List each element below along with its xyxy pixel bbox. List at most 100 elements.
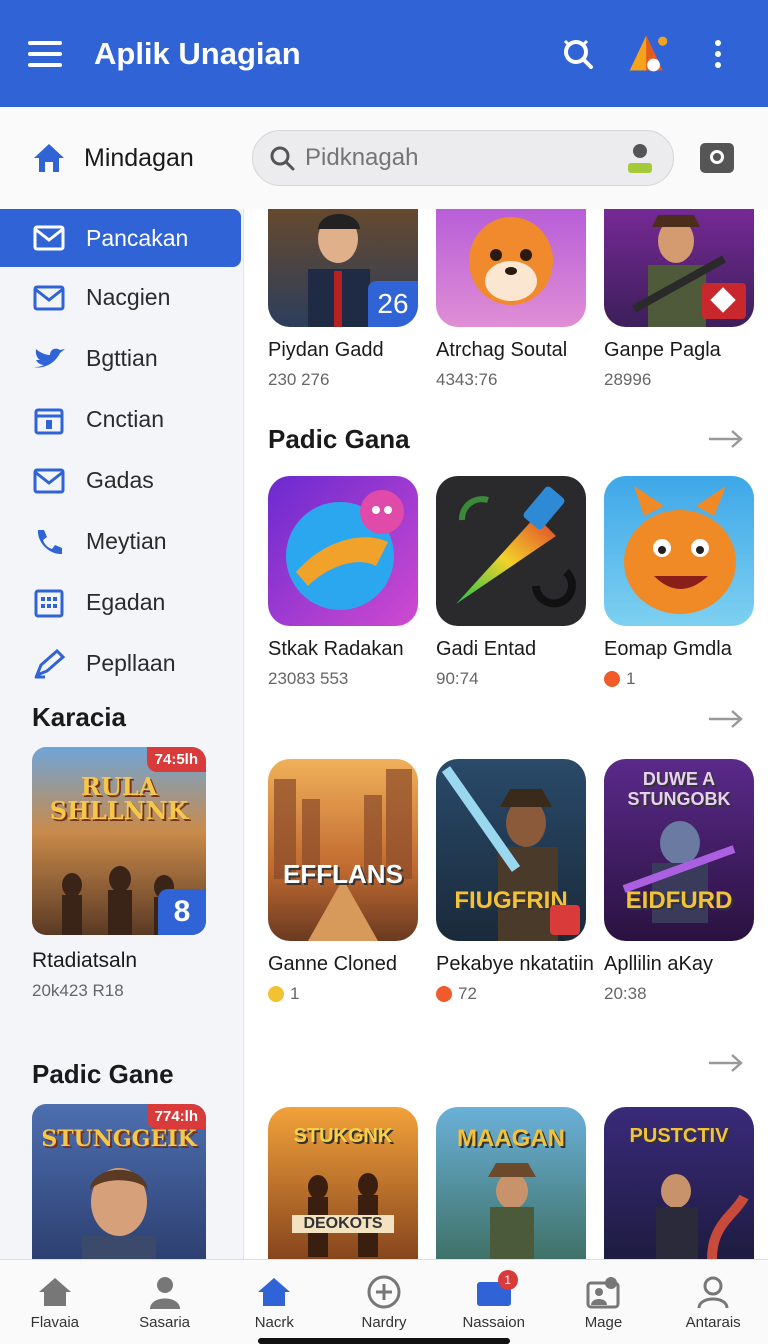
game-meta: 1 (268, 984, 418, 1004)
sidebar: Pancakan Nacgien Bgttian Cnctian Gadas M… (0, 209, 244, 1259)
game-title: Ganpe Pagla (604, 339, 721, 361)
sidebar-item-label: Gadas (86, 467, 154, 493)
nav-label: Antarais (685, 1313, 741, 1331)
nav-nardry[interactable]: Nardry (329, 1260, 439, 1344)
game-thumbnail: PUSTCTIV (604, 1107, 754, 1259)
game-tile[interactable]: Eomap Gmdla 1 (604, 476, 754, 689)
game-tile[interactable]: EFFLANS Ganne Cloned 1 (268, 759, 418, 1004)
game-tile[interactable]: FIUGFRIN Pekabye nkatatiin 72 (436, 759, 594, 1004)
game-meta: 20:38 (604, 984, 647, 1003)
sidebar-item-pancakan[interactable]: Pancakan (0, 209, 241, 267)
nav-antarais[interactable]: Antarais (658, 1260, 768, 1344)
game-art-title: EIDFURD (625, 887, 733, 914)
coin-icon (436, 986, 452, 1002)
mail-icon (32, 468, 66, 494)
notification-badge: 1 (497, 1269, 518, 1290)
arrow-right-icon[interactable] (708, 1053, 744, 1073)
more-options-icon[interactable] (696, 32, 740, 76)
search-bar[interactable] (252, 130, 674, 186)
featured-game-card[interactable]: STUNGGEIK 774:lh (32, 1104, 206, 1259)
user-outline-icon (696, 1274, 730, 1310)
sidebar-item-gadas[interactable]: Gadas (0, 450, 243, 511)
nav-mage[interactable]: Mage (549, 1260, 659, 1344)
game-tile[interactable]: 26 Piydan Gadd 230 276 (268, 209, 418, 390)
search-row: Mindagan (0, 107, 768, 209)
sidebar-item-pepllaan[interactable]: Pepllaan (0, 633, 243, 694)
game-tile[interactable]: MAAGAN (436, 1107, 586, 1259)
warning-badge (702, 283, 746, 319)
game-meta: 72 (436, 984, 586, 1004)
nav-label: Flavaia (30, 1313, 80, 1331)
nav-sasaria[interactable]: Sasaria (110, 1260, 220, 1344)
app-logo-icon[interactable] (626, 32, 670, 76)
search-refresh-icon[interactable] (556, 32, 600, 76)
arrow-right-icon[interactable] (708, 429, 744, 449)
game-tile[interactable]: Gadi Entad 90:74 (436, 476, 586, 689)
menu-icon[interactable] (28, 34, 68, 74)
game-title: Ganne Cloned (268, 953, 397, 975)
sidebar-item-label: Cnctian (86, 406, 164, 432)
meta-value: 1 (290, 984, 300, 1003)
profile-card-icon (585, 1274, 621, 1310)
calendar-icon (32, 405, 66, 435)
coin-icon (268, 986, 284, 1002)
meta-value: 1 (626, 669, 636, 688)
game-tile[interactable]: STUKGNK DEOKOTS (268, 1107, 418, 1259)
home-label: Mindagan (84, 143, 194, 172)
sidebar-item-meytian[interactable]: Meytian (0, 511, 243, 572)
bird-icon (32, 345, 66, 373)
sidebar-item-cnctian[interactable]: Cnctian (0, 389, 243, 450)
home-link[interactable]: Mindagan (32, 142, 252, 174)
game-tile[interactable]: Stkak Radakan 23083 553 (268, 476, 418, 689)
app-bar: Aplik Unagian (0, 0, 768, 107)
nav-label: Sasaria (139, 1313, 190, 1331)
game-thumbnail (604, 209, 754, 327)
game-meta: 1 (604, 669, 754, 689)
home-indicator[interactable] (258, 1338, 510, 1344)
section-heading: Padic Gane (32, 1059, 174, 1089)
game-meta: 23083 553 (268, 669, 349, 688)
game-tile[interactable]: Atrchag Soutal 4343:76 (436, 209, 586, 390)
sidebar-item-label: Bgttian (86, 345, 158, 371)
sidebar-item-bgttian[interactable]: Bgttian (0, 328, 243, 389)
sidebar-item-egadan[interactable]: Egadan (0, 572, 243, 633)
main-content: 26 Piydan Gadd 230 276 Atrchag Soutal 43… (244, 209, 768, 1259)
nav-flavaia[interactable]: Flavaia (0, 1260, 110, 1344)
timer-badge: 774:lh (146, 1104, 206, 1129)
game-thumbnail (604, 476, 754, 626)
voice-profile-icon[interactable] (623, 141, 657, 175)
coin-icon (604, 671, 620, 687)
arrow-right-icon[interactable] (708, 709, 744, 729)
phone-icon (32, 527, 66, 557)
game-tile[interactable]: Ganpe Pagla 28996 (604, 209, 754, 390)
game-meta: 90:74 (436, 669, 479, 688)
game-art-title: RULA SHLLNNK (49, 772, 189, 825)
game-tile[interactable]: PUSTCTIV (604, 1107, 754, 1259)
game-thumbnail: FIUGFRIN (436, 759, 586, 941)
meta-value: 72 (458, 984, 477, 1003)
person-icon (148, 1274, 182, 1310)
featured-game-card[interactable]: RULA SHLLNNK 74:5lh 8 (32, 747, 206, 935)
game-thumbnail: EFFLANS (268, 759, 418, 941)
game-meta: 230 276 (268, 370, 330, 389)
nav-label: Nardry (361, 1313, 407, 1331)
game-thumbnail (436, 209, 586, 327)
sidebar-item-label: Nacgien (86, 284, 171, 310)
camera-icon[interactable] (700, 143, 734, 173)
edit-badge-icon (550, 905, 580, 935)
nav-nassaion[interactable]: 1 Nassaion (439, 1260, 549, 1344)
game-meta: 28996 (604, 370, 652, 389)
home-active-icon (256, 1274, 292, 1310)
game-row: STUKGNK DEOKOTS MAAGAN PUSTCTIV (268, 1107, 754, 1259)
game-row: EFFLANS Ganne Cloned 1 FIUGFRIN Pekabye … (268, 759, 754, 1004)
game-thumbnail: 26 (268, 209, 418, 327)
nav-label: Nacrk (254, 1313, 294, 1331)
sidebar-item-nacgien[interactable]: Nacgien (0, 267, 243, 328)
game-tile[interactable]: DUWE A STUNGOBK EIDFURD Apllilin aKay 20… (604, 759, 754, 1004)
game-row: Stkak Radakan 23083 553 Gadi Entad 90:74… (268, 476, 754, 689)
nav-label: Nassaion (462, 1313, 525, 1331)
game-title: Pekabye nkatatiin (436, 953, 594, 975)
app-title: Aplik Unagian (94, 35, 301, 71)
search-input[interactable] (305, 144, 623, 172)
nav-nacrk[interactable]: Nacrk (219, 1260, 329, 1344)
